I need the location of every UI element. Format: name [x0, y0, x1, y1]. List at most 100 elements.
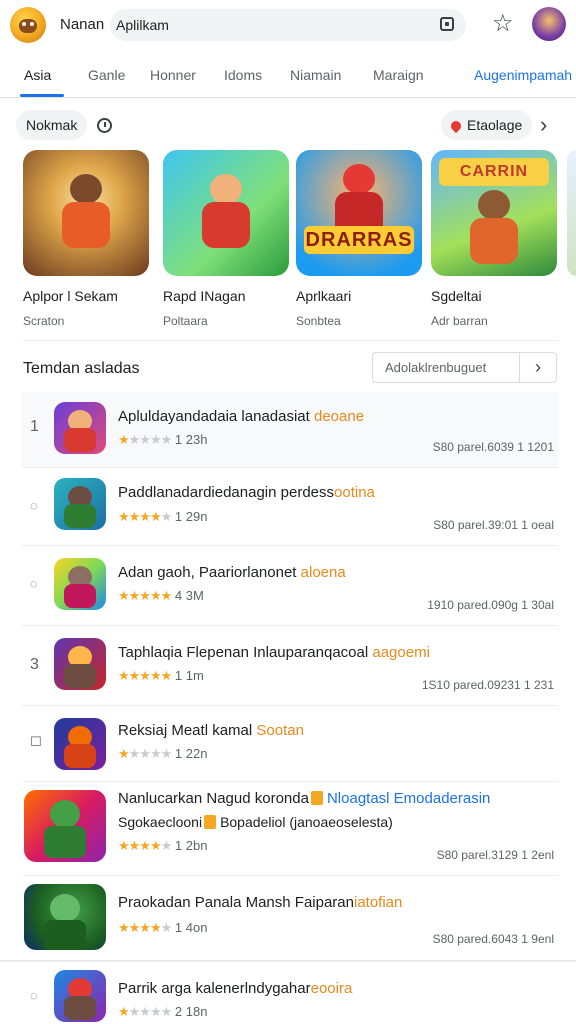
- app-rating: ★★★★★ 1 29n: [118, 509, 208, 524]
- star-icon[interactable]: ☆: [492, 12, 514, 36]
- app-meta: 1S10 pared.09231 1 231: [421, 678, 554, 692]
- app-name: Apluldayandadaia lanadasiat deoane: [118, 408, 365, 425]
- tab-ganle[interactable]: Ganle: [88, 67, 125, 83]
- list-item[interactable]: Praokadan Panala Mansh Faiparaniatofian …: [22, 876, 558, 960]
- app-rating: ★★★★★ 2 18n: [118, 1004, 208, 1019]
- tab-augenimpamah[interactable]: Augenimpamah: [474, 67, 572, 83]
- top-app-bar: Nanan Aplilkam ☆: [0, 0, 576, 52]
- section-title: Temdan asladas: [23, 360, 140, 377]
- featured-banner: CARRIN: [439, 158, 549, 186]
- app-name: Nanlucarkan Nagud koronda Nloagtasl Emoda…: [118, 790, 491, 807]
- rank-number: 1: [30, 418, 39, 435]
- app-name: Adan gaoh, Paariorlanonet aloena: [118, 564, 346, 581]
- rank-number: 3: [30, 656, 39, 673]
- app-meta: S80 pared.6043 1 9enl: [432, 932, 554, 946]
- app-tag: eooira: [310, 980, 353, 997]
- chevron-right-icon[interactable]: ›: [519, 352, 557, 383]
- app-icon: [54, 970, 106, 1022]
- app-logo-icon[interactable]: [10, 7, 46, 43]
- list-item[interactable]: ◌ Parrik arga kalenerlndygahareooira ★★★…: [22, 962, 558, 1024]
- app-tag: Sootan: [256, 722, 304, 739]
- featured-card[interactable]: Aplpor l Sekam Scraton: [23, 150, 149, 328]
- app-name: Parrik arga kalenerlndygahareooira: [118, 980, 353, 997]
- featured-card[interactable]: CARRIN Sgdeltai Adr barran: [431, 150, 557, 328]
- app-name: Praokadan Panala Mansh Faiparaniatofian: [118, 894, 403, 911]
- app-icon: [54, 558, 106, 610]
- list-item[interactable]: 3 Taphlaqia Flepenan Inlauparanqacoal aa…: [22, 626, 558, 706]
- rating-stars-icon: ★★★★: [118, 509, 162, 524]
- app-tag: aagoemi: [372, 644, 430, 661]
- app-name: Nanan: [60, 16, 105, 33]
- app-rating: ★★★★★ 1 2bn: [118, 838, 208, 853]
- rating-stars-icon: ★★★★★: [118, 588, 172, 603]
- featured-subtitle: Adr barran: [431, 314, 488, 328]
- location-pin-icon: [448, 118, 464, 134]
- mic-icon[interactable]: [440, 17, 454, 31]
- rating-stars-icon: ★: [118, 1004, 130, 1019]
- featured-image: [23, 150, 149, 276]
- app-name: Paddlanadardiedanagin perdessootina: [118, 484, 375, 501]
- rating-stars-icon: ★★★★: [118, 838, 162, 853]
- tab-honner[interactable]: Honner: [150, 67, 196, 83]
- rank-icon: ◌: [30, 498, 38, 513]
- app-icon: [54, 478, 106, 530]
- tab-idoms[interactable]: Idoms: [224, 67, 262, 83]
- game-character-icon: [464, 190, 524, 268]
- app-tag: Nloagtasl Emodaderasin: [326, 790, 491, 807]
- divider: [22, 340, 558, 341]
- featured-card-peek[interactable]: [567, 150, 576, 276]
- app-meta: 1910 pared.090g 1 30al: [427, 598, 554, 612]
- filter-field[interactable]: Adolaklrenbuguet: [372, 352, 520, 383]
- featured-image: CARRIN: [431, 150, 557, 276]
- badge-icon: [310, 791, 323, 805]
- featured-image: DRARRAS: [296, 150, 422, 276]
- category-tabs: Asia Ganle Honner Idoms Niamain Maraign …: [0, 56, 576, 98]
- featured-title: Aplpor l Sekam: [23, 288, 118, 304]
- clock-icon[interactable]: [97, 118, 112, 133]
- app-name: Taphlaqia Flepenan Inlauparanqacoal aago…: [118, 644, 430, 661]
- app-rating: ★★★★★ 4 3M: [118, 588, 204, 603]
- app-subtitle: Sgokaeclooni Bopadeliol (janoaeoselesta): [118, 814, 393, 830]
- list-item[interactable]: ◌ Paddlanadardiedanagin perdessootina ★★…: [22, 468, 558, 546]
- tab-maraign[interactable]: Maraign: [373, 67, 424, 83]
- app-icon: [54, 638, 106, 690]
- list-item[interactable]: Nanlucarkan Nagud koronda Nloagtasl Emoda…: [22, 782, 558, 876]
- featured-banner: DRARRAS: [304, 226, 414, 254]
- app-tag: aloena: [300, 564, 346, 581]
- rank-icon: ◌: [30, 988, 38, 1003]
- chip-location[interactable]: Etaolage: [441, 110, 533, 140]
- app-name: Reksiaj Meatl kamal Sootan: [118, 722, 304, 739]
- app-rating: ★★★★★ 1 4on: [118, 920, 208, 935]
- list-item[interactable]: ☐ Reksiaj Meatl kamal Sootan ★★★★★ 1 22n: [22, 706, 558, 782]
- featured-title: Aprlkaari: [296, 288, 352, 304]
- search-bar[interactable]: Aplilkam: [110, 9, 466, 41]
- rating-stars-icon: ★★★★★: [118, 668, 172, 683]
- rating-stars-icon: ★★★★: [118, 920, 162, 935]
- active-tab-indicator: [20, 94, 64, 97]
- search-input[interactable]: Aplilkam: [116, 17, 169, 33]
- featured-card[interactable]: DRARRAS Aprlkaari Sonbtea: [296, 150, 422, 328]
- avatar[interactable]: [532, 7, 566, 41]
- featured-image: [163, 150, 289, 276]
- rank-icon: ☐: [30, 734, 42, 749]
- rank-icon: ◌: [30, 576, 38, 591]
- app-icon: [54, 718, 106, 770]
- featured-card[interactable]: Rapd INagan Poltaara: [163, 150, 289, 328]
- app-rating: ★★★★★ 1 22n: [118, 746, 208, 761]
- chip-nokmak[interactable]: Nokmak: [16, 110, 88, 140]
- app-icon: [24, 790, 106, 862]
- app-icon: [54, 402, 106, 454]
- tab-asia[interactable]: Asia: [24, 67, 51, 83]
- list-item[interactable]: ◌ Adan gaoh, Paariorlanonet aloena ★★★★★…: [22, 546, 558, 626]
- app-rating: ★★★★★ 1 23h: [118, 432, 208, 447]
- app-tag: deoane: [314, 408, 365, 425]
- rating-stars-icon: ★: [118, 746, 130, 761]
- app-meta: S80 parel.39:01 1 oeal: [433, 518, 554, 532]
- chevron-right-icon[interactable]: ›: [540, 114, 547, 136]
- featured-title: Sgdeltai: [431, 288, 482, 304]
- list-item[interactable]: 1 Apluldayandadaia lanadasiat deoane ★★★…: [22, 392, 558, 468]
- featured-title: Rapd INagan: [163, 288, 246, 304]
- tab-niamain[interactable]: Niamain: [290, 67, 341, 83]
- app-meta: S80 parel.6039 1 1201: [432, 440, 554, 454]
- app-icon: [24, 884, 106, 950]
